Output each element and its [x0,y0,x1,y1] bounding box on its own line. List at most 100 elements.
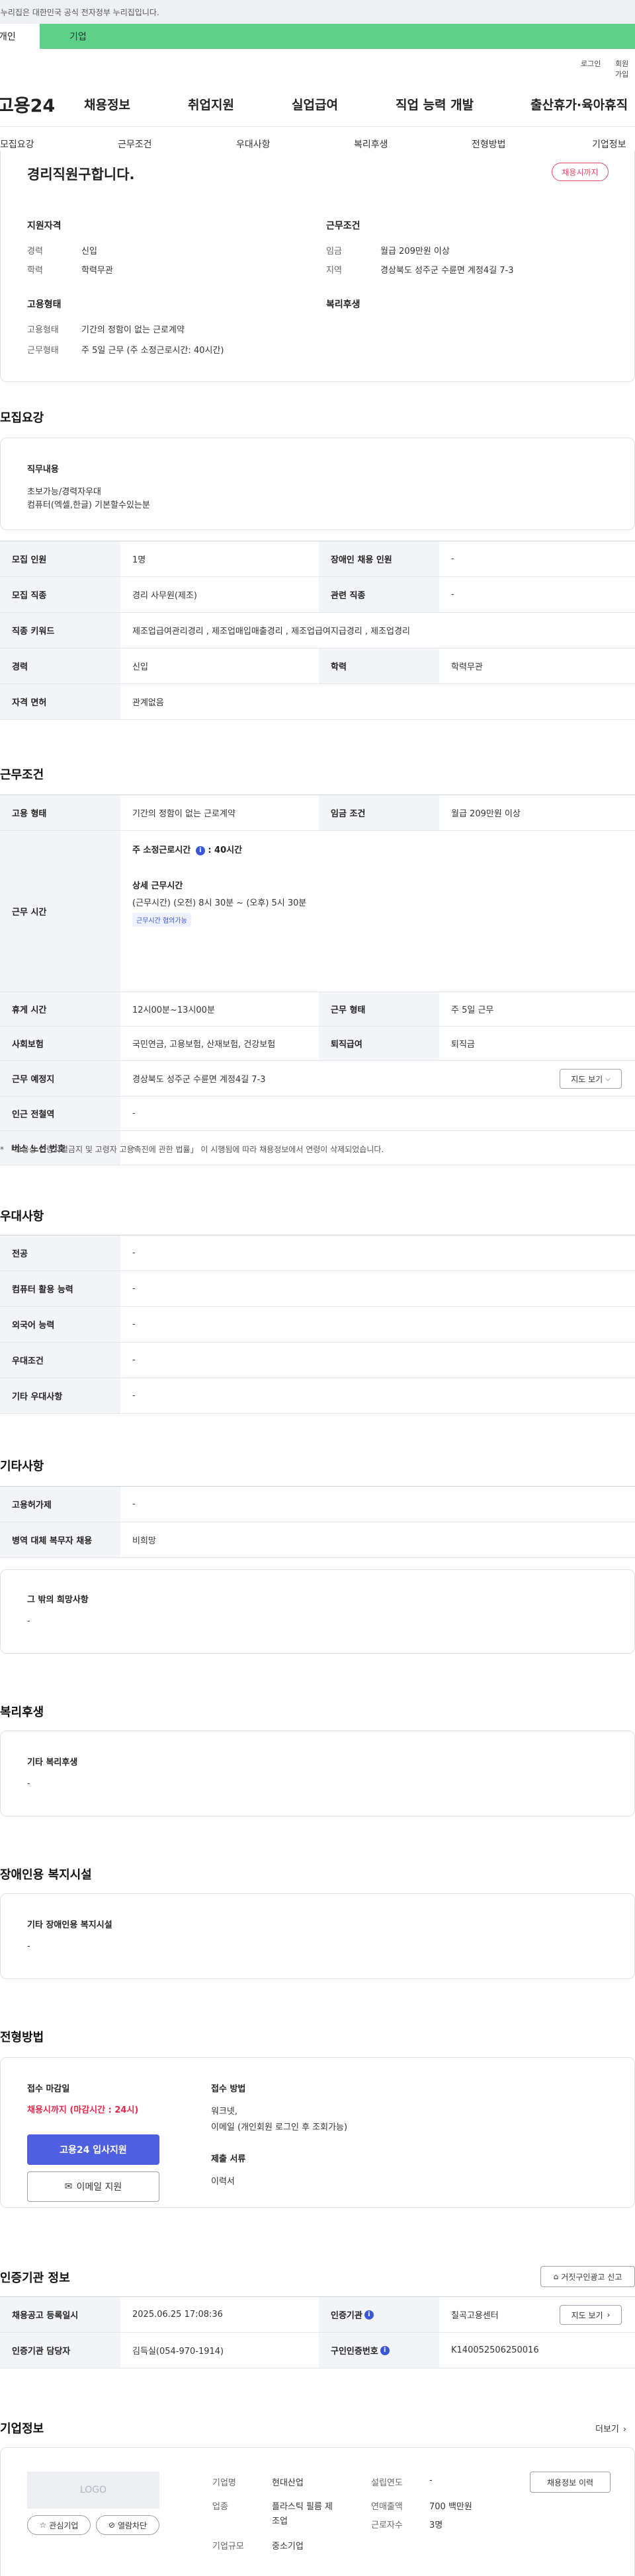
company-size-label: 기업규모 [212,2542,244,2552]
section-tab-preference[interactable]: 우대사항 [236,137,271,151]
section-tab-welfare[interactable]: 복리후생 [354,137,388,151]
table-row: 경력 신입 학력 학력무관 [0,648,635,684]
table-cell: - [132,1284,136,1294]
industry-value-1: 플라스틱 필름 제 [272,2502,333,2512]
employment-heading: 고용형태 [27,299,62,310]
gnb-item-employment-support[interactable]: 취업지원 [188,95,234,113]
table-row: 인근 전철역 - [0,1097,635,1131]
sales-label: 연매출액 [371,2502,403,2512]
table-row: 채용공고 등록일시 2025.06.25 17:08:36 인증기관 i 칠곡고용… [0,2297,635,2333]
recruit-table: 모집 인원 1명 장애인 채용 인원 - 모집 직종 경리 사무원(제조) 관련… [0,541,635,720]
map-view-button[interactable]: 지도 보기 ⌵ [560,1069,622,1089]
gnb-item-jobs[interactable]: 채용정보 [84,95,130,113]
docs-heading: 제출 서류 [211,2154,246,2164]
false-ad-report-button[interactable]: ⌂ 거짓구인광고 신고 [540,2266,635,2287]
hours-detail-heading: 상세 근무시간 [132,881,183,891]
table-header: 고용 형태 [0,795,120,830]
table-row: 근무 시간 주 소정근로시간 i : 40시간 상세 근무시간 (근무시간) (… [0,831,635,992]
table-cell: 칠곡고용센터 [451,2311,499,2321]
preference-section-title: 우대사항 [0,1210,44,1224]
company-name-label: 기업명 [212,2478,236,2488]
login-link[interactable]: 로그인 [581,58,601,69]
signup-link[interactable]: 회원가입 [615,58,635,79]
table-header: 우대조건 [0,1343,120,1378]
table-cell: - [132,1391,136,1401]
gnb-item-parental-leave[interactable]: 출산휴가·육아휴직 [530,95,628,113]
table-cell: - [132,1248,136,1258]
table-cell: - [132,1109,136,1118]
section-tab-recruit[interactable]: 모집요강 [0,137,34,151]
table-row: 고용허가제 - [0,1487,635,1522]
work-cond-heading: 근무조건 [326,221,360,231]
section-tab-company[interactable]: 기업정보 [592,137,626,151]
table-header: 기타 우대사항 [0,1378,120,1413]
cert-section-title: 인증기관 정보 [0,2271,70,2285]
welfare-heading: 복리후생 [326,299,360,310]
job-summary-card: 경리직원구합니다. 채용시까지 지원자격 경력 신입 학력 학력무관 근무조건 … [0,151,635,382]
welfare-card: 기타 복리후생 - [0,1731,635,1816]
table-header: 고용허가제 [0,1487,120,1522]
table-header: 외국어 능력 [0,1307,120,1342]
info-icon[interactable]: i [380,2345,390,2355]
duty-card: 직무내용 초보가능/경력자우대 컴퓨터(엑셀,한글) 기본할수있는분 [0,438,635,530]
apply-button[interactable]: 고용24 입사지원 [27,2134,159,2165]
tab-corporate[interactable]: 기업 [40,24,635,49]
gnb-item-vocational-training[interactable]: 직업 능력 개발 [396,95,474,113]
founded-value: - [429,2476,433,2485]
docs-value: 이력서 [211,2177,235,2187]
other-wishes-card: 그 밖의 희망사항 - [0,1569,635,1654]
mail-icon: ✉ [64,2181,73,2192]
method-line-1: 워크넷, [211,2107,238,2117]
company-card: LOGO ☆ 관심기업 ⊘ 열람차단 기업명 현대산업 업종 플라스틱 필름 제 조… [0,2447,635,2576]
industry-value-2: 조업 [272,2517,288,2526]
selection-section-title: 전형방법 [0,2031,44,2045]
work-hours-label: 근무형태 [27,346,59,356]
work-table: 고용 형태 기간의 정함이 없는 근로계약 임금 조건 월급 209만원 이상 … [0,795,635,1165]
welfare-other-heading: 기타 복리후생 [27,1758,78,1768]
duty-line-1: 초보가능/경력자우대 [27,487,102,497]
etc-table: 고용허가제 - 병역 대체 복무자 채용 비희망 [0,1486,635,1558]
recruit-section-title: 모집요강 [0,411,44,425]
section-tab-selection[interactable]: 전형방법 [472,137,506,151]
user-type-tabs: 개인 기업 [0,24,635,49]
job-history-button[interactable]: 채용정보 이력 [530,2472,611,2493]
section-tab-work[interactable]: 근무조건 [118,137,152,151]
edu-value: 학력무관 [81,266,113,276]
company-logo: LOGO [27,2472,159,2509]
employees-value: 3명 [429,2520,443,2530]
table-cell: 1명 [132,555,146,565]
company-name-value: 현대산업 [272,2478,304,2488]
company-section-title: 기업정보 [0,2422,44,2436]
other-wishes-heading: 그 밖의 희망사항 [27,1595,89,1605]
tab-individual[interactable]: 개인 [0,24,40,49]
block-view-button[interactable]: ⊘ 열람차단 [96,2515,159,2535]
work-hours-value: 주 5일 근무 (주 소정근로시간: 40시간) [81,346,224,356]
table-cell: 제조업급여관리경리 , 제조업매입매출경리 , 제조업급여지급경리 , 제조업경… [132,627,410,637]
company-more-link[interactable]: 더보기 › [595,2422,626,2435]
table-cell: 학력무관 [451,662,483,672]
table-cell: 퇴직금 [451,1040,475,1050]
edu-label: 학력 [27,266,43,276]
table-header: 근무 예정지 [0,1061,120,1096]
star-icon: ☆ [39,2520,47,2530]
cert-detail-button[interactable]: 지도 보기 › [560,2305,622,2325]
table-cell: 비희망 [132,1536,156,1546]
site-logo[interactable]: 고용24 [0,91,70,117]
founded-label: 설립연도 [371,2478,403,2488]
table-row: 자격 면허 관계없음 [0,684,635,720]
table-header: 컴퓨터 활용 능력 [0,1271,120,1306]
gov-banner-text: 이 누리집은 대한민국 공식 전자정부 누리집입니다. [0,7,159,17]
gnb-item-unemployment-benefit[interactable]: 실업급여 [292,95,338,113]
favorite-company-button[interactable]: ☆ 관심기업 [27,2515,91,2535]
table-header: 인증기관 i [319,2297,439,2332]
table-header: 경력 [0,648,120,683]
email-apply-button[interactable]: ✉ 이메일 지원 [27,2171,159,2202]
table-header: 직종 키워드 [0,613,120,648]
info-icon[interactable]: i [195,845,205,855]
info-icon[interactable]: i [364,2310,374,2320]
asterisk-icon: * [0,1145,4,1154]
method-line-2: 이메일 (개인회원 로그인 후 조회가능) [211,2123,348,2132]
home-icon: ⌂ [553,2272,559,2281]
table-header: 채용공고 등록일시 [0,2297,120,2332]
preference-table: 전공 - 컴퓨터 활용 능력 - 외국어 능력 - 우대조건 - 기타 우대사항… [0,1235,635,1414]
